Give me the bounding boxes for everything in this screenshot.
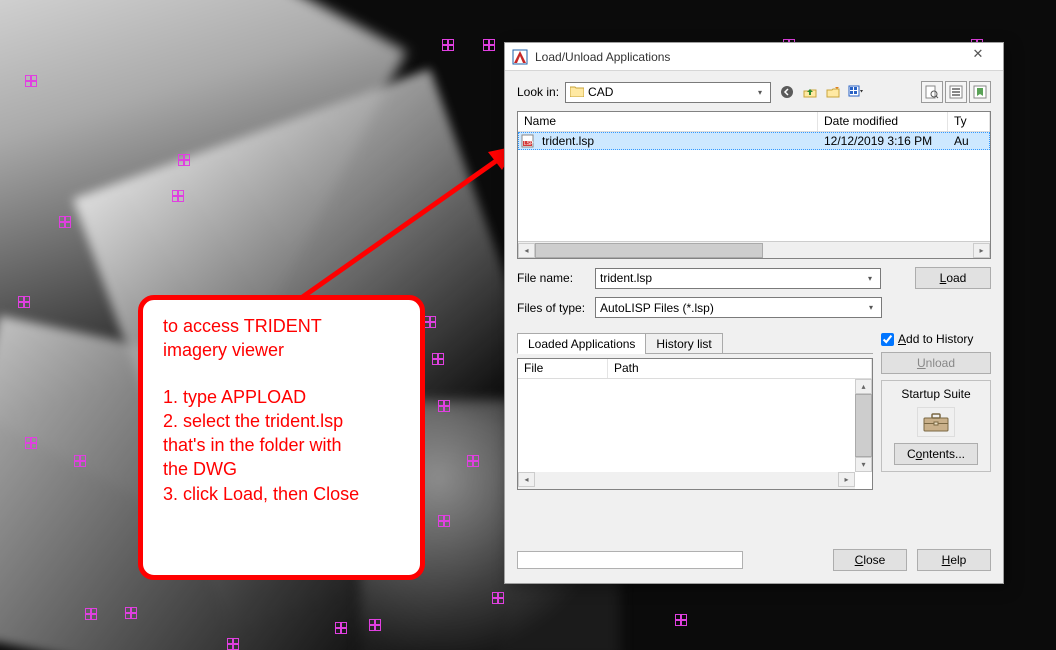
file-list-header[interactable]: Name Date modified Ty [518, 112, 990, 132]
view-menu-icon[interactable] [846, 82, 866, 102]
annotation-step: 3. click Load, then Close [163, 482, 404, 506]
tabstrip: Loaded Applications History list [517, 332, 873, 354]
filetype-label: Files of type: [517, 301, 589, 315]
lookin-value: CAD [588, 85, 613, 99]
file-list[interactable]: Name Date modified Ty LSP trident.lsp 12… [517, 111, 991, 259]
column-name[interactable]: Name [518, 112, 818, 131]
scroll-thumb[interactable] [855, 394, 872, 457]
annotation-step: that's in the folder with [163, 433, 404, 457]
filename-label: File name: [517, 271, 589, 285]
scroll-up-icon[interactable]: ▴ [855, 379, 872, 394]
unload-button[interactable]: Unload [881, 352, 991, 374]
annotation-callout: to access TRIDENT imagery viewer 1. type… [138, 295, 425, 580]
horizontal-scrollbar[interactable]: ◂ ▸ [518, 241, 990, 258]
contents-button[interactable]: Contents... [894, 443, 978, 465]
load-button[interactable]: Load [915, 267, 991, 289]
annotation-line: to access TRIDENT [163, 314, 404, 338]
dialog-title: Load/Unload Applications [535, 50, 959, 64]
titlebar[interactable]: Load/Unload Applications ✕ [505, 43, 1003, 71]
chevron-down-icon: ▾ [752, 85, 768, 100]
tab-history-list[interactable]: History list [645, 333, 722, 354]
new-folder-icon[interactable] [823, 82, 843, 102]
lookin-combo[interactable]: CAD ▾ [565, 82, 771, 103]
add-favorite-icon[interactable] [969, 81, 991, 103]
scroll-right-icon[interactable]: ▸ [838, 472, 855, 487]
filetype-combo[interactable]: AutoLISP Files (*.lsp) ▾ [595, 297, 882, 318]
annotation-line: imagery viewer [163, 338, 404, 362]
annotation-step: 1. type APPLOAD [163, 385, 404, 409]
chevron-down-icon[interactable]: ▾ [862, 271, 878, 286]
lisp-file-icon: LSP [520, 133, 536, 149]
scroll-left-icon[interactable]: ◂ [518, 472, 535, 487]
filename-input[interactable]: trident.lsp ▾ [595, 268, 881, 289]
locate-icon[interactable] [945, 81, 967, 103]
column-path[interactable]: Path [608, 359, 872, 378]
vertical-scrollbar[interactable]: ▴ ▾ [855, 379, 872, 472]
chevron-down-icon[interactable]: ▾ [863, 300, 879, 315]
close-icon[interactable]: ✕ [959, 46, 997, 68]
add-to-history-checkbox[interactable]: Add to History [881, 332, 991, 346]
progress-bar [517, 551, 743, 569]
file-name: trident.lsp [536, 134, 818, 148]
lookin-label: Look in: [517, 85, 559, 99]
load-unload-applications-dialog: Load/Unload Applications ✕ Look in: CAD … [504, 42, 1004, 584]
scroll-right-icon[interactable]: ▸ [973, 243, 990, 258]
loaded-apps-list[interactable]: File Path ▴ ▾ ◂ ▸ [517, 358, 873, 490]
close-button[interactable]: Close [833, 549, 907, 571]
scroll-down-icon[interactable]: ▾ [855, 457, 872, 472]
column-type[interactable]: Ty [948, 112, 990, 131]
horizontal-scrollbar[interactable]: ◂ ▸ [518, 472, 855, 489]
column-date[interactable]: Date modified [818, 112, 948, 131]
tab-loaded-applications[interactable]: Loaded Applications [517, 333, 646, 354]
folder-icon [570, 85, 584, 100]
svg-text:LSP: LSP [524, 141, 534, 147]
startup-suite-label: Startup Suite [901, 387, 970, 401]
help-button[interactable]: Help [917, 549, 991, 571]
annotation-step: 2. select the trident.lsp [163, 409, 404, 433]
back-icon[interactable] [777, 82, 797, 102]
find-file-icon[interactable] [921, 81, 943, 103]
startup-suite-group: Startup Suite Contents... [881, 380, 991, 472]
column-file[interactable]: File [518, 359, 608, 378]
annotation-step: the DWG [163, 457, 404, 481]
file-type: Au [948, 134, 975, 148]
briefcase-icon[interactable] [917, 407, 955, 437]
scroll-thumb[interactable] [535, 243, 763, 258]
up-one-level-icon[interactable] [800, 82, 820, 102]
file-row[interactable]: LSP trident.lsp 12/12/2019 3:16 PM Au [518, 132, 990, 150]
autocad-icon [511, 48, 529, 66]
scroll-left-icon[interactable]: ◂ [518, 243, 535, 258]
file-date: 12/12/2019 3:16 PM [818, 134, 948, 148]
